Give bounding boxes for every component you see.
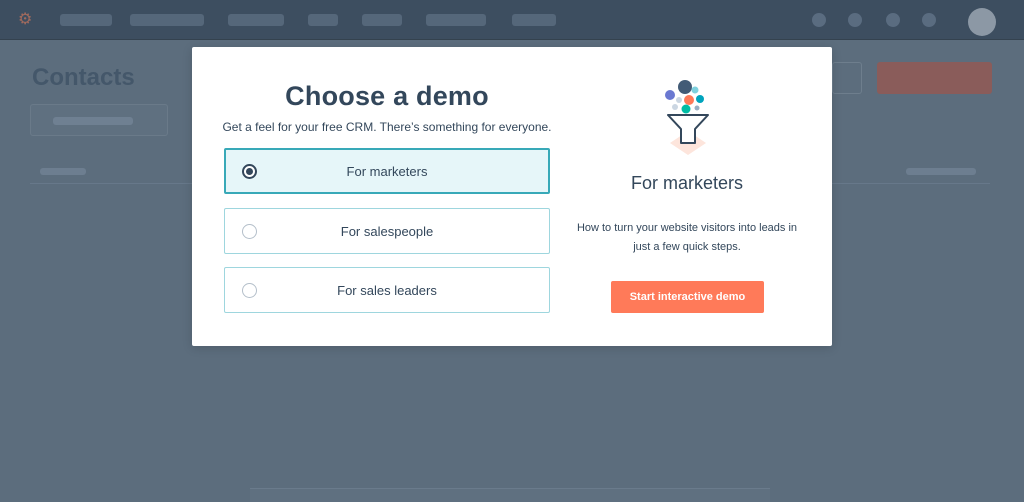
top-navigation-bar: ⚙ (0, 0, 1024, 40)
avatar (968, 8, 996, 36)
nav-item-placeholder (60, 14, 112, 26)
background-actions-button (832, 62, 862, 94)
choose-demo-modal: Choose a demo Get a feel for your free C… (192, 47, 832, 346)
nav-item-placeholder (228, 14, 284, 26)
settings-icon (886, 13, 900, 27)
demo-description: How to turn your website visitors into l… (576, 222, 798, 253)
option-label: For salespeople (340, 223, 434, 239)
option-label: For marketers (346, 163, 428, 179)
option-for-sales-leaders[interactable]: For sales leaders (224, 267, 550, 313)
nav-item-placeholder (362, 14, 402, 26)
search-icon (812, 13, 826, 27)
page-title: Contacts (32, 64, 135, 91)
option-for-salespeople[interactable]: For salespeople (224, 208, 550, 254)
modal-title: Choose a demo (285, 81, 489, 111)
funnel-illustration-icon (665, 80, 709, 155)
app-root: ⚙ Contacts Choose a demo Get a feel for … (0, 0, 1024, 502)
nav-item-placeholder (426, 14, 486, 26)
background-footer (250, 488, 770, 502)
modal-subtitle: Get a feel for your free CRM. There’s so… (222, 120, 552, 134)
nav-item-placeholder (512, 14, 556, 26)
background-view-tab (30, 104, 168, 136)
demo-title: For marketers (630, 173, 744, 193)
background-create-button (877, 62, 992, 94)
hubspot-logo-icon: ⚙ (18, 11, 33, 28)
option-label: For sales leaders (337, 282, 437, 298)
notifications-icon (922, 13, 936, 27)
marketplace-icon (848, 13, 862, 27)
nav-item-placeholder (130, 14, 204, 26)
start-interactive-demo-button[interactable]: Start interactive demo (611, 281, 764, 313)
option-for-marketers[interactable]: For marketers (224, 148, 550, 194)
nav-item-placeholder (308, 14, 338, 26)
